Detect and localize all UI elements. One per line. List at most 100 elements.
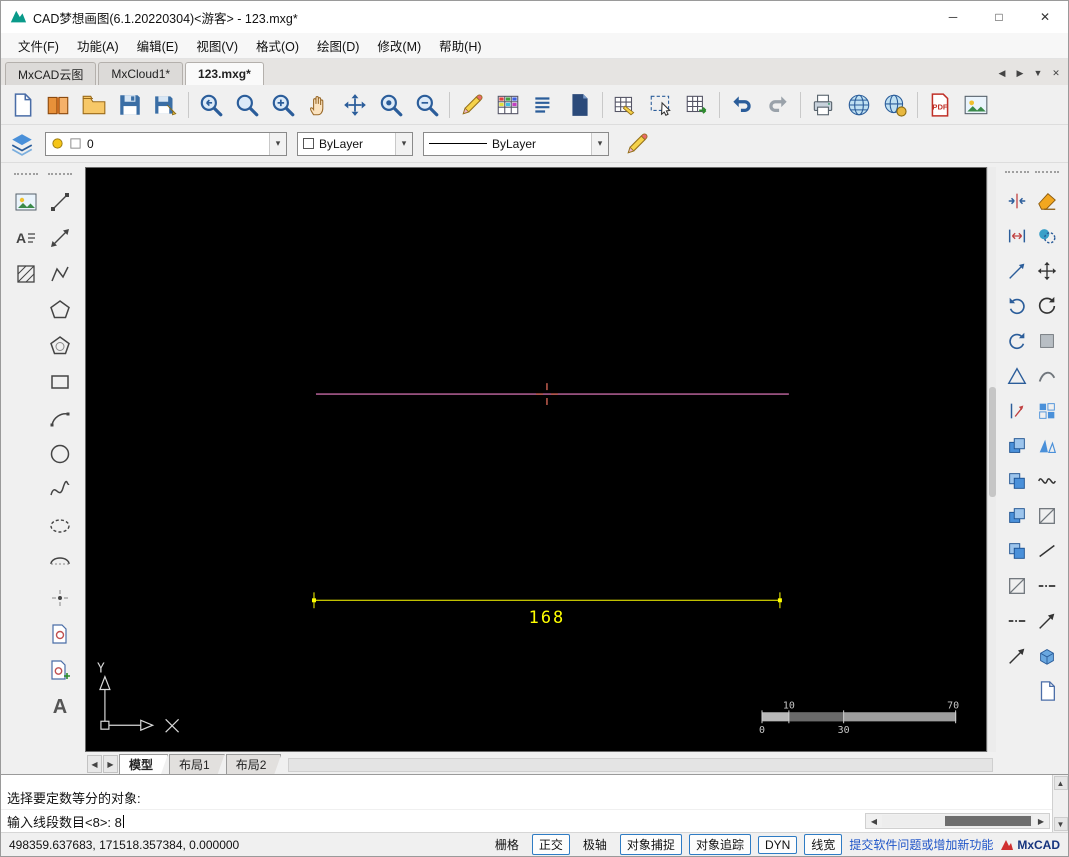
menu-modify[interactable]: 修改(M) — [368, 32, 430, 59]
reverse-line-tool[interactable] — [1003, 643, 1031, 669]
polyline-tool[interactable] — [45, 259, 75, 289]
box-3d-tool[interactable] — [1033, 643, 1061, 669]
menu-edit[interactable]: 编辑(E) — [128, 32, 188, 59]
markup-pencil-button[interactable] — [454, 88, 490, 122]
undo-button[interactable] — [724, 88, 760, 122]
toggle-lineweight[interactable]: 线宽 — [804, 834, 843, 855]
export-pdf-button[interactable]: PDF — [922, 88, 958, 122]
erase-tool[interactable] — [1033, 188, 1061, 214]
doc-tab-123mxg[interactable]: 123.mxg* — [185, 62, 264, 85]
layout-tab-layout2[interactable]: 布局2 — [226, 754, 282, 774]
insert-image-tool[interactable] — [11, 187, 41, 217]
drawing-canvas[interactable]: 168 Y 10 70 0 30 — [85, 167, 987, 752]
mirror-tool[interactable] — [1033, 433, 1061, 459]
ellipse-tool[interactable] — [45, 511, 75, 541]
new-file-button[interactable] — [4, 88, 40, 122]
tab-scroll-left-icon[interactable]: ◀ — [994, 65, 1010, 81]
spline-tool[interactable] — [45, 475, 75, 505]
block-define-tool[interactable] — [45, 619, 75, 649]
zoom-in-button[interactable] — [265, 88, 301, 122]
table-export-button[interactable] — [679, 88, 715, 122]
tab-close-icon[interactable]: ✕ — [1048, 65, 1064, 81]
line-tool[interactable] — [45, 187, 75, 217]
layout-tab-model[interactable]: 模型 — [119, 754, 168, 774]
paste-block-tool-1[interactable] — [1003, 433, 1031, 459]
elliptical-arc-tool[interactable] — [45, 547, 75, 577]
zoom-previous-button[interactable] — [193, 88, 229, 122]
insert-image-button[interactable] — [958, 88, 994, 122]
scroll-down-icon[interactable]: ▼ — [1053, 817, 1068, 831]
polygon-edit-tool[interactable] — [1003, 363, 1031, 389]
command-horizontal-scrollbar[interactable]: ◀ ▶ — [865, 813, 1050, 829]
scrollbar-thumb[interactable] — [989, 387, 996, 497]
tab-list-icon[interactable]: ▼ — [1030, 65, 1046, 81]
new-layout-tool[interactable] — [1033, 678, 1061, 704]
move-tool[interactable] — [1033, 258, 1061, 284]
edit-measure-tool[interactable] — [1003, 258, 1031, 284]
chevron-down-icon[interactable]: ▾ — [591, 132, 608, 155]
toolbar-drag-handle[interactable] — [1035, 171, 1059, 175]
linetype-select[interactable]: ByLayer ▾ — [423, 131, 609, 156]
paste-block-tool-4[interactable] — [1003, 538, 1031, 564]
rotate-tool[interactable] — [1033, 293, 1061, 319]
toggle-grid[interactable]: 栅格 — [489, 834, 525, 855]
offset-line-tool[interactable] — [1003, 573, 1031, 599]
hatch-tool[interactable] — [11, 259, 41, 289]
scroll-right-icon[interactable]: ▶ — [1033, 814, 1049, 828]
select-area-button[interactable] — [643, 88, 679, 122]
feedback-link[interactable]: 提交软件问题或增加新功能 — [849, 836, 993, 853]
toggle-osnap[interactable]: 对象捕捉 — [619, 834, 682, 855]
zoom-extents-button[interactable] — [373, 88, 409, 122]
print-button[interactable] — [805, 88, 841, 122]
zoom-window-button[interactable] — [229, 88, 265, 122]
text-style-button[interactable] — [526, 88, 562, 122]
layout-scroll-left-icon[interactable]: ◀ — [87, 755, 102, 773]
command-vertical-scrollbar[interactable]: ▲ ▼ — [1052, 775, 1068, 832]
menu-function[interactable]: 功能(A) — [68, 32, 128, 59]
rotate-ccw-tool[interactable] — [1003, 293, 1031, 319]
scrollbar-thumb[interactable] — [945, 816, 1031, 826]
command-input-row[interactable]: 输入线段数目<8>: 8 ◀ ▶ — [1, 810, 1052, 832]
maximize-button[interactable]: □ — [976, 1, 1022, 33]
toggle-ortho[interactable]: 正交 — [531, 834, 570, 855]
copy-tool[interactable] — [1033, 223, 1061, 249]
layer-select[interactable]: 0 ▾ — [45, 131, 287, 156]
zoom-out-button[interactable] — [409, 88, 445, 122]
save-as-button[interactable] — [148, 88, 184, 122]
toolbar-drag-handle[interactable] — [1005, 171, 1029, 175]
table-edit-button[interactable] — [607, 88, 643, 122]
close-button[interactable]: ✕ — [1022, 1, 1068, 33]
extend-tool[interactable] — [1033, 538, 1061, 564]
canvas-horizontal-scrollbar[interactable] — [288, 758, 993, 772]
web-preview-button[interactable] — [841, 88, 877, 122]
open-file-button[interactable] — [76, 88, 112, 122]
menu-draw[interactable]: 绘图(D) — [308, 32, 368, 59]
block-manager-button[interactable] — [562, 88, 598, 122]
point-tool[interactable] — [45, 583, 75, 613]
break-tool[interactable] — [1033, 573, 1061, 599]
array-tool[interactable] — [1033, 398, 1061, 424]
toggle-otrack[interactable]: 对象追踪 — [688, 834, 751, 855]
minimize-button[interactable]: ─ — [930, 1, 976, 33]
pan-button[interactable] — [301, 88, 337, 122]
command-input-text[interactable]: 输入线段数目<8>: 8 — [7, 812, 122, 831]
save-button[interactable] — [112, 88, 148, 122]
match-properties-button[interactable] — [619, 127, 655, 161]
spline-fit-tool[interactable] — [1033, 468, 1061, 494]
toggle-dyn[interactable]: DYN — [757, 835, 798, 854]
scroll-left-icon[interactable]: ◀ — [866, 814, 882, 828]
layout-scroll-right-icon[interactable]: ▶ — [103, 755, 118, 773]
single-line-text-tool[interactable]: A — [45, 691, 75, 721]
open-online-button[interactable] — [40, 88, 76, 122]
multiline-text-tool[interactable]: A — [11, 223, 41, 253]
dimension-entity[interactable]: 168 — [311, 592, 782, 627]
edit-stretch-tool[interactable] — [1003, 223, 1031, 249]
doc-tab-mxcad-cloud[interactable]: MxCAD云图 — [5, 62, 97, 85]
inscribed-polygon-tool[interactable] — [45, 331, 75, 361]
paste-block-tool-2[interactable] — [1003, 468, 1031, 494]
fillet-tool[interactable] — [1033, 363, 1061, 389]
toolbar-drag-handle[interactable] — [48, 173, 72, 177]
zoom-dynamic-button[interactable] — [337, 88, 373, 122]
scroll-up-icon[interactable]: ▲ — [1053, 776, 1068, 790]
menu-view[interactable]: 视图(V) — [187, 32, 247, 59]
